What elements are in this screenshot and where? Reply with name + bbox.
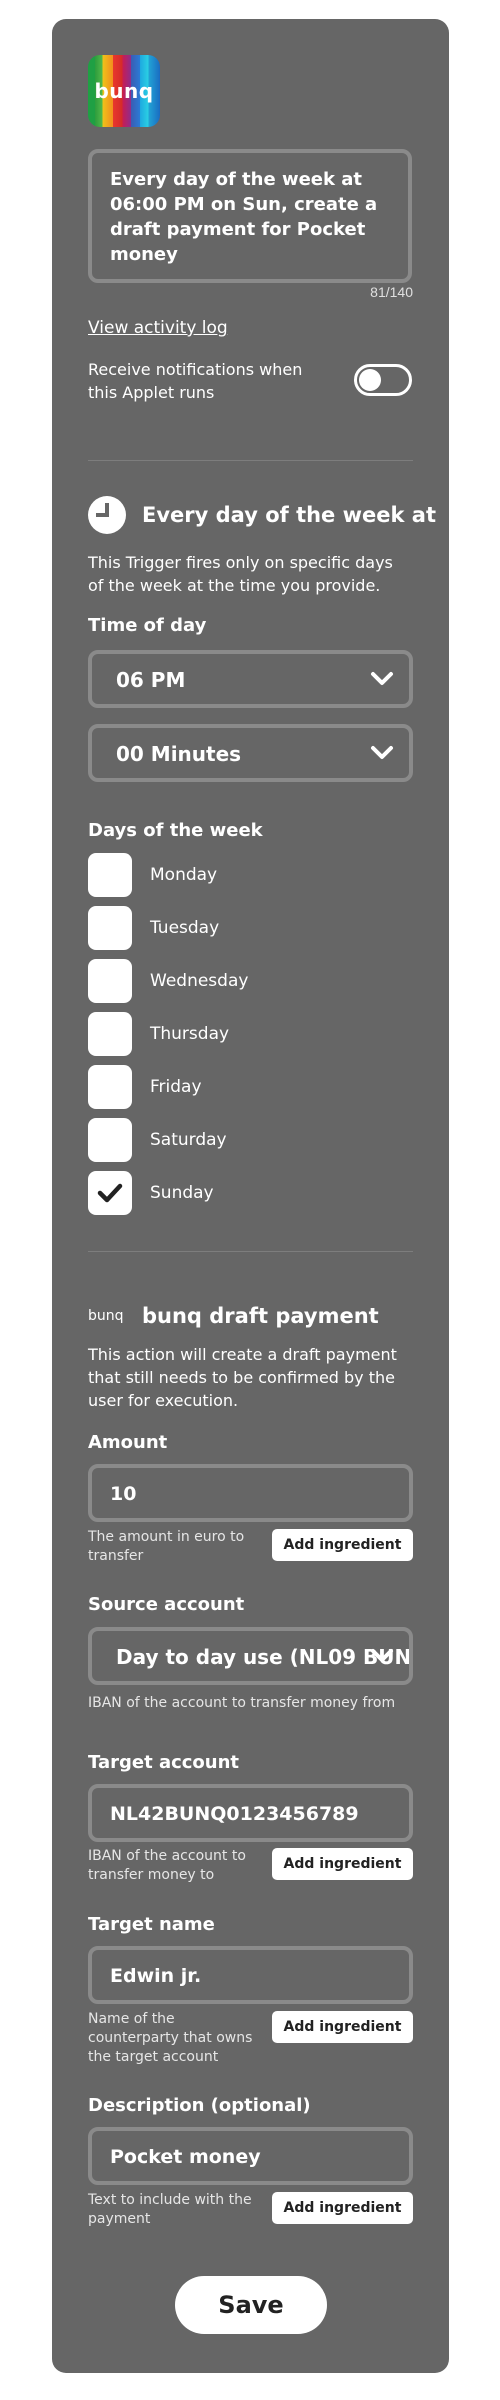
day-label: Friday [150, 1077, 202, 1097]
hour-select-value: 06 PM [116, 668, 186, 692]
target-account-input[interactable]: NL42BUNQ0123456789 [88, 1784, 413, 1842]
bunq-service-icon: bunq [88, 1308, 124, 1324]
checkbox-checked[interactable] [88, 1171, 132, 1215]
trigger-description: This Trigger fires only on specific days… [88, 553, 393, 595]
day-label: Tuesday [150, 918, 220, 938]
chevron-down-icon [371, 1649, 393, 1662]
source-account-helper: IBAN of the account to transfer money fr… [88, 1695, 396, 1711]
day-checkbox-thursday[interactable]: Thursday [88, 1012, 229, 1056]
target-account-label: Target account [88, 1752, 240, 1773]
add-ingredient-button[interactable]: Add ingredient [272, 1529, 413, 1561]
action-title: bunq draft payment [142, 1304, 379, 1328]
day-label: Sunday [150, 1183, 214, 1203]
day-label: Saturday [150, 1130, 227, 1150]
amount-helper: The amount in euro to transfer [88, 1529, 245, 1564]
day-label: Monday [150, 865, 218, 885]
target-account-helper: IBAN of the account to transfer money to [88, 1848, 246, 1883]
amount-input[interactable]: 10 [88, 1464, 413, 1522]
trigger-header: Every day of the week at [88, 496, 436, 534]
day-label: Wednesday [150, 971, 249, 991]
checkbox[interactable] [88, 853, 132, 897]
divider [88, 1251, 413, 1252]
save-button[interactable]: Save [175, 2276, 327, 2334]
applet-settings-card: bunq Every day of the week at 06:00 PM o… [52, 19, 449, 2373]
action-description: This action will create a draft payment … [88, 1345, 397, 1410]
add-ingredient-button[interactable]: Add ingredient [272, 2011, 413, 2043]
divider [88, 460, 413, 461]
checkmark-icon [97, 1183, 123, 1203]
notifications-toggle[interactable] [354, 364, 412, 396]
bunq-logo: bunq [88, 55, 160, 127]
chevron-down-icon [371, 746, 393, 759]
checkbox[interactable] [88, 959, 132, 1003]
checkbox[interactable] [88, 1065, 132, 1109]
notifications-label: Receive notifications when this Applet r… [88, 360, 303, 402]
target-name-input[interactable]: Edwin jr. [88, 1946, 413, 2004]
add-ingredient-button[interactable]: Add ingredient [272, 2192, 413, 2224]
days-of-week-label: Days of the week [88, 820, 263, 841]
checkbox[interactable] [88, 1118, 132, 1162]
target-name-helper: Name of the counterparty that owns the t… [88, 2011, 253, 2065]
amount-label: Amount [88, 1432, 168, 1453]
day-checkbox-tuesday[interactable]: Tuesday [88, 906, 219, 950]
add-ingredient-button[interactable]: Add ingredient [272, 1848, 413, 1880]
day-checkbox-saturday[interactable]: Saturday [88, 1118, 227, 1162]
source-account-label: Source account [88, 1594, 245, 1615]
chevron-down-icon [371, 672, 393, 685]
toggle-knob [359, 369, 381, 391]
bunq-logo-text: bunq [94, 79, 154, 103]
applet-title-input[interactable]: Every day of the week at 06:00 PM on Sun… [88, 149, 412, 283]
source-account-select[interactable]: Day to day use (NL09 BUNQ [88, 1627, 413, 1685]
clock-icon [88, 496, 126, 534]
day-checkbox-sunday[interactable]: Sunday [88, 1171, 214, 1215]
char-count: 81/140 [370, 284, 413, 300]
action-header: bunq bunq draft payment [88, 1304, 379, 1328]
day-label: Thursday [150, 1024, 230, 1044]
day-checkbox-wednesday[interactable]: Wednesday [88, 959, 248, 1003]
hour-select[interactable]: 06 PM [88, 650, 413, 708]
view-activity-log-link[interactable]: View activity log [88, 318, 228, 338]
description-helper: Text to include with the payment [88, 2192, 252, 2227]
time-of-day-label: Time of day [88, 615, 207, 636]
minute-select-value: 00 Minutes [116, 742, 242, 766]
description-label: Description (optional) [88, 2095, 311, 2116]
checkbox[interactable] [88, 906, 132, 950]
minute-select[interactable]: 00 Minutes [88, 724, 413, 782]
day-checkbox-friday[interactable]: Friday [88, 1065, 202, 1109]
checkbox[interactable] [88, 1012, 132, 1056]
description-input[interactable]: Pocket money [88, 2127, 413, 2185]
trigger-title: Every day of the week at [142, 503, 436, 527]
target-name-label: Target name [88, 1914, 215, 1935]
day-checkbox-monday[interactable]: Monday [88, 853, 217, 897]
